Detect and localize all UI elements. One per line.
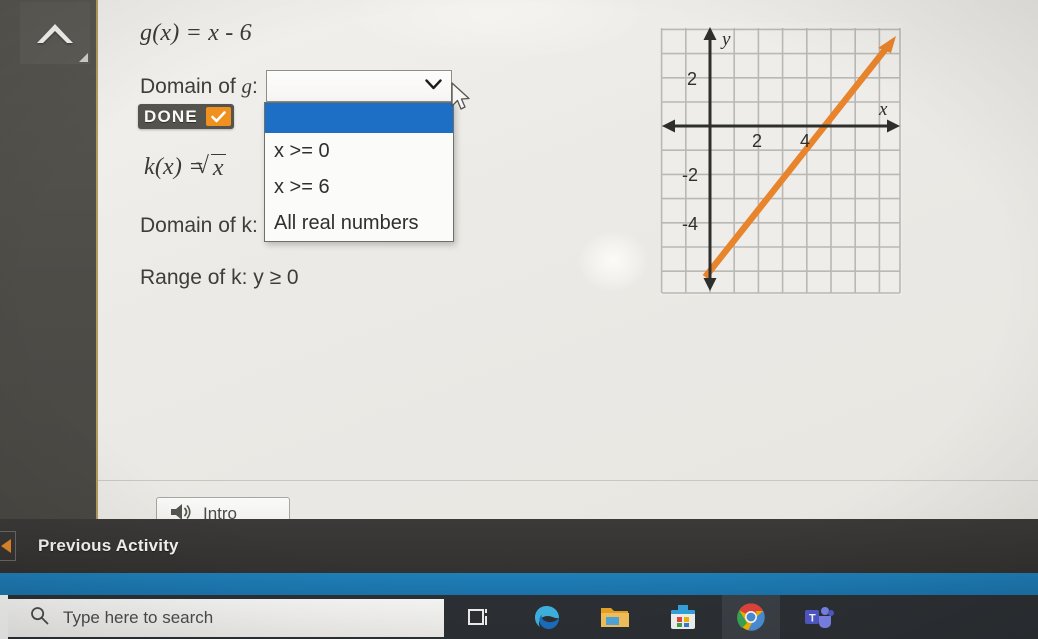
previous-activity-label: Previous Activity [38, 536, 179, 555]
y-tick-neg4: -4 [682, 214, 698, 234]
check-icon [205, 107, 231, 126]
dropdown-option-x-ge-0[interactable]: x >= 0 [265, 133, 453, 169]
teams-icon[interactable]: T [790, 595, 848, 639]
domain-of-g-dropdown[interactable]: x >= 0 x >= 6 All real numbers [264, 102, 454, 242]
task-view-icon[interactable] [450, 595, 508, 639]
equation-k: k(x) = x√ [144, 153, 226, 181]
search-icon [30, 606, 49, 630]
coordinate-plane: y x 2 -2 -4 2 4 [660, 23, 902, 295]
screen-glare [348, 0, 648, 60]
left-bezel-panel [0, 0, 96, 519]
x-tick-4: 4 [800, 131, 810, 151]
y-tick-2: 2 [687, 69, 697, 89]
range-of-k-label: Range of k: y ≥ 0 [140, 266, 299, 289]
microsoft-store-icon[interactable] [654, 595, 712, 639]
domain-of-g-label: Domain of g: [140, 74, 258, 98]
status-badge: DONE [138, 104, 234, 129]
svg-text:T: T [809, 613, 816, 625]
search-placeholder: Type here to search [63, 608, 214, 627]
dropdown-option-x-ge-6[interactable]: x >= 6 [265, 169, 453, 205]
screen-glare [578, 230, 648, 292]
intro-label: Intro [203, 504, 238, 519]
done-label: DONE [144, 107, 198, 126]
edge-icon[interactable] [518, 595, 576, 639]
chevron-up-icon[interactable] [20, 2, 90, 64]
domain-of-g-select[interactable] [266, 70, 452, 102]
lesson-content-sheet: g(x) = x - 6 Domain of g: DONE k(x) = x√… [96, 0, 1038, 519]
previous-activity-bar[interactable]: Previous Activity [0, 519, 1038, 573]
desktop-wallpaper-strip [0, 573, 1038, 595]
y-axis-label: y [720, 29, 731, 50]
windows-taskbar: Type here to search T [0, 595, 1038, 639]
start-button[interactable] [0, 595, 8, 639]
x-tick-2: 2 [752, 131, 762, 151]
section-divider [98, 480, 1038, 481]
resize-corner-icon [79, 53, 88, 62]
intro-button[interactable]: Intro [156, 497, 290, 519]
file-explorer-icon[interactable] [586, 595, 644, 639]
mouse-pointer-icon [450, 82, 472, 117]
speaker-icon [169, 502, 193, 519]
domain-of-k-label: Domain of k: [140, 214, 258, 237]
dropdown-option-blank[interactable] [265, 103, 453, 133]
dropdown-option-all-real-numbers[interactable]: All real numbers [265, 205, 453, 241]
x-axis-label: x [878, 99, 888, 120]
chrome-icon[interactable] [722, 595, 780, 639]
back-triangle-icon[interactable] [0, 531, 16, 561]
chevron-down-icon [425, 77, 442, 95]
search-input[interactable]: Type here to search [8, 599, 444, 637]
equation-g: g(x) = x - 6 [140, 20, 252, 46]
screen-photo: g(x) = x - 6 Domain of g: DONE k(x) = x√… [0, 0, 1038, 639]
graph-figure: y x 2 -2 -4 2 4 [660, 23, 902, 295]
y-tick-neg2: -2 [682, 165, 698, 185]
